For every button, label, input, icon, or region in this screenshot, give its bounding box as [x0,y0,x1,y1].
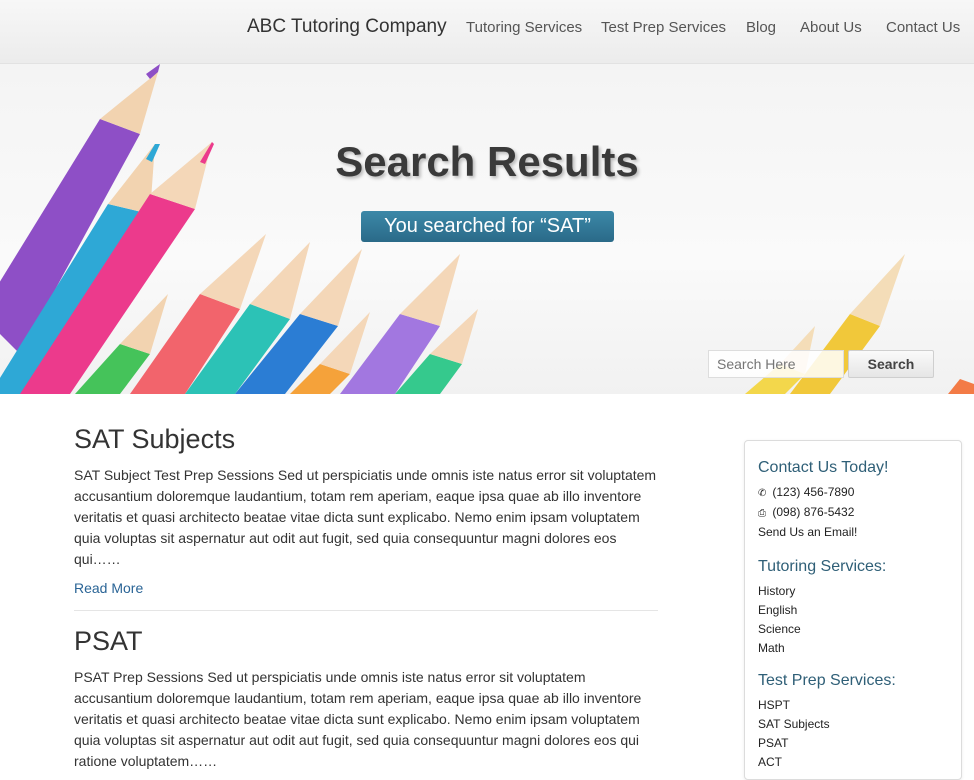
search-term-badge: You searched for “SAT” [361,211,614,242]
contact-heading: Contact Us Today! [758,459,889,476]
result-excerpt: SAT Subject Test Prep Sessions Sed ut pe… [74,467,657,567]
testprep-item-psat[interactable]: PSAT [758,734,948,753]
brand-logo-text[interactable]: ABC Tutoring Company [247,16,447,38]
fax-icon: ⎙ [758,508,766,519]
test-prep-list: HSPT SAT Subjects PSAT ACT [758,696,948,772]
nav-about-us[interactable]: About Us [800,19,862,36]
nav-blog[interactable]: Blog [746,19,776,36]
hero-banner: Search Results You searched for “SAT” Se… [0,64,974,394]
tutoring-item-english[interactable]: English [758,601,948,620]
phone-number: (123) 456-7890 [772,485,855,499]
search-input[interactable] [708,350,844,378]
result-divider [74,610,658,611]
phone-line[interactable]: ✆ (123) 456-7890 [758,483,948,503]
result-excerpt: PSAT Prep Sessions Sed ut perspiciatis u… [74,669,642,769]
fax-line: ⎙ (098) 876-5432 [758,503,948,523]
tutoring-services-list: History English Science Math [758,582,948,658]
nav-test-prep-services[interactable]: Test Prep Services [601,19,726,36]
search-result-item: PSAT PSAT Prep Sessions Sed ut perspicia… [74,626,658,772]
email-link[interactable]: Send Us an Email! [758,523,948,542]
sidebar-panel: Contact Us Today! ✆ (123) 456-7890 ⎙ (09… [744,440,962,780]
testprep-item-act[interactable]: ACT [758,753,948,772]
search-result-item: SAT Subjects SAT Subject Test Prep Sessi… [74,424,658,596]
tutoring-item-history[interactable]: History [758,582,948,601]
tutoring-item-math[interactable]: Math [758,639,948,658]
testprep-item-hspt[interactable]: HSPT [758,696,948,715]
phone-icon: ✆ [758,488,767,499]
test-prep-heading: Test Prep Services: [758,672,896,689]
testprep-item-sat-subjects[interactable]: SAT Subjects [758,715,948,734]
result-title[interactable]: SAT Subjects [74,424,658,455]
tutoring-item-science[interactable]: Science [758,620,948,639]
tutoring-services-heading: Tutoring Services: [758,558,887,575]
top-navbar: ABC Tutoring Company Tutoring Services T… [0,0,974,64]
read-more-link[interactable]: Read More [74,580,658,596]
result-title[interactable]: PSAT [74,626,658,657]
fax-number: (098) 876-5432 [772,505,855,519]
page-title: Search Results [335,138,639,185]
nav-contact-us[interactable]: Contact Us [886,19,960,36]
search-button[interactable]: Search [848,350,934,378]
nav-tutoring-services[interactable]: Tutoring Services [466,19,582,36]
